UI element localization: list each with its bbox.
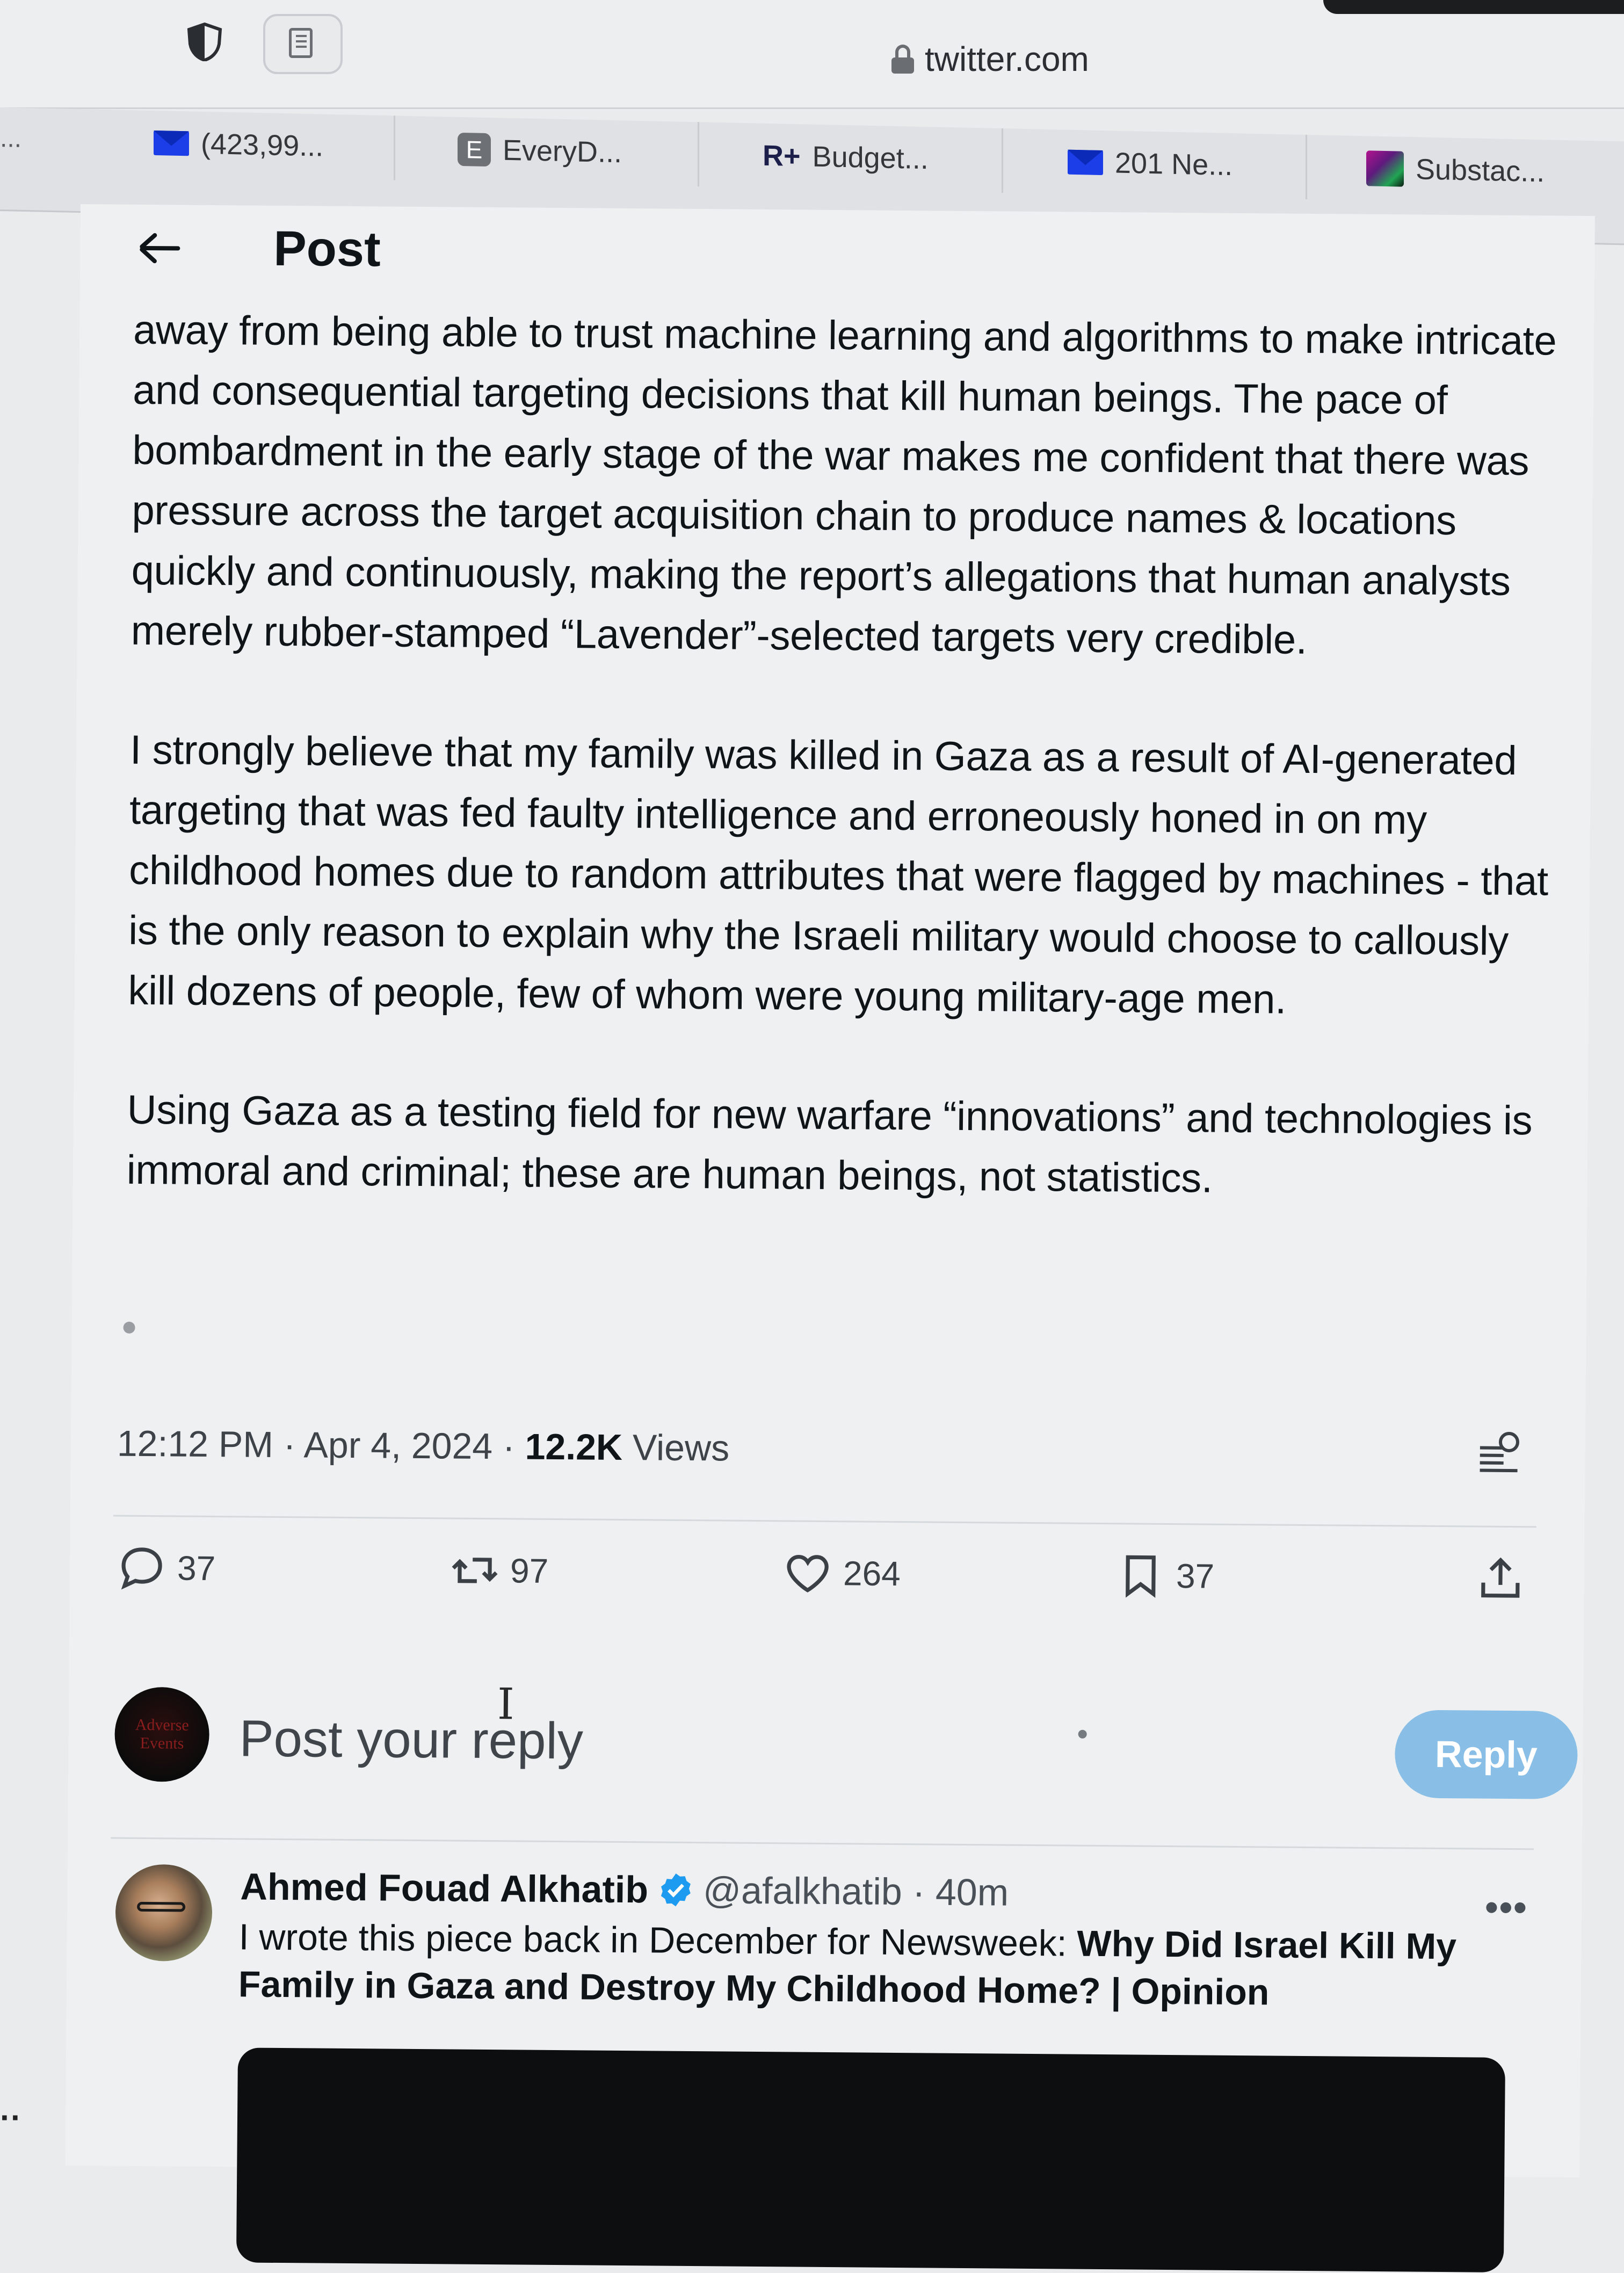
- text-cursor-icon: I: [497, 1679, 515, 1729]
- share-action[interactable]: [1475, 1552, 1527, 1604]
- page-title: Post: [273, 221, 381, 277]
- reader-icon: [289, 28, 313, 58]
- repost-icon: [452, 1558, 498, 1583]
- divider: [111, 1837, 1534, 1850]
- bookmark-action[interactable]: 37: [1115, 1550, 1215, 1602]
- repost-count: 97: [510, 1551, 549, 1590]
- avatar-text: Adverse: [135, 1715, 189, 1734]
- avatar-text: Events: [140, 1734, 184, 1753]
- post-header: Post: [139, 215, 381, 282]
- tab-gmail[interactable]: (423,99...: [89, 109, 395, 180]
- every-icon: E: [458, 132, 491, 167]
- dot: [123, 1321, 135, 1334]
- privacy-shield-icon[interactable]: [187, 23, 222, 61]
- substack-icon: [1366, 150, 1404, 187]
- post-actions: 37 97 264 37: [116, 1542, 1534, 1612]
- repost-action[interactable]: 97: [449, 1544, 549, 1596]
- avatar[interactable]: [115, 1864, 213, 1962]
- back-arrow-icon[interactable]: [139, 229, 183, 267]
- like-action[interactable]: 264: [782, 1547, 901, 1599]
- verified-badge-icon: [661, 1873, 691, 1907]
- bookmark-count: 37: [1176, 1557, 1215, 1596]
- post-timestamp[interactable]: 12:12 PM · Apr 4, 2024 ·: [117, 1423, 525, 1467]
- lock-icon: [891, 45, 914, 74]
- author-handle[interactable]: @afalkhatib · 40m: [703, 1869, 1009, 1914]
- reply-text: I wrote this piece back in December for …: [238, 1913, 1501, 2017]
- views-label: Views: [622, 1427, 730, 1469]
- mail-icon: [1068, 149, 1103, 176]
- url-text: twitter.com: [925, 40, 1089, 78]
- tab-label: Budget...: [812, 140, 929, 176]
- tab-every[interactable]: E EveryD...: [395, 115, 699, 187]
- tab-label: 201 Ne...: [1115, 147, 1233, 182]
- window-edge: [1323, 0, 1624, 14]
- post-text: away from being able to trust machine le…: [126, 300, 1562, 1271]
- analytics-icon[interactable]: [1477, 1430, 1522, 1479]
- reply-action[interactable]: 37: [116, 1542, 216, 1594]
- tab-budget[interactable]: R+ Budget...: [699, 122, 1003, 193]
- post-paragraph: I strongly believe that my family was ki…: [128, 727, 1549, 1023]
- reply-composer: Adverse Events Post your reply I Reply: [111, 1676, 1578, 1799]
- author-name[interactable]: Ahmed Fouad Alkhatib: [240, 1865, 648, 1911]
- views-count: 12.2K: [525, 1426, 623, 1468]
- address-bar[interactable]: twitter.com: [891, 38, 1089, 81]
- divider: [113, 1515, 1536, 1528]
- post-paragraph: away from being able to trust machine le…: [130, 307, 1557, 663]
- tab-substack[interactable]: Substac...: [1307, 135, 1611, 206]
- reply-tweet[interactable]: Ahmed Fouad Alkhatib @afalkhatib · 40m •…: [108, 1864, 1539, 2272]
- avatar[interactable]: Adverse Events: [114, 1686, 210, 1782]
- heart-icon: [787, 1554, 829, 1592]
- reader-mode-button[interactable]: [263, 14, 343, 74]
- tab-mail-2[interactable]: 201 Ne...: [1003, 128, 1307, 199]
- browser-toolbar: twitter.com: [0, 0, 1624, 109]
- tab-label: EveryD...: [503, 134, 622, 169]
- more-options-icon[interactable]: •••: [1485, 1886, 1528, 1929]
- tab-overflow[interactable]: ...: [0, 124, 21, 154]
- reply-header: Ahmed Fouad Alkhatib @afalkhatib · 40m: [240, 1865, 1009, 1914]
- bookmark-icon: [1126, 1555, 1156, 1598]
- tab-label: (423,99...: [201, 127, 324, 163]
- reply-text-plain: I wrote this piece back in December for …: [238, 1916, 1077, 1964]
- tab-label: Substac...: [1416, 153, 1545, 189]
- reply-icon: [121, 1547, 162, 1590]
- share-icon: [1481, 1557, 1520, 1598]
- like-count: 264: [843, 1554, 901, 1594]
- post-meta: 12:12 PM · Apr 4, 2024 · 12.2K Views: [117, 1423, 730, 1470]
- reply-button[interactable]: Reply: [1394, 1710, 1578, 1799]
- mail-icon: [154, 130, 189, 156]
- rocket-money-icon: R+: [763, 139, 801, 173]
- post-paragraph: Using Gaza as a testing field for new wa…: [126, 1087, 1533, 1201]
- overflow-dots: ··: [0, 2100, 21, 2136]
- reply-count: 37: [177, 1548, 216, 1588]
- dot: [1078, 1729, 1087, 1739]
- reply-input[interactable]: Post your reply: [239, 1709, 583, 1771]
- post-page: Post away from being able to trust machi…: [65, 204, 1595, 2272]
- link-card-image[interactable]: [236, 2047, 1505, 2272]
